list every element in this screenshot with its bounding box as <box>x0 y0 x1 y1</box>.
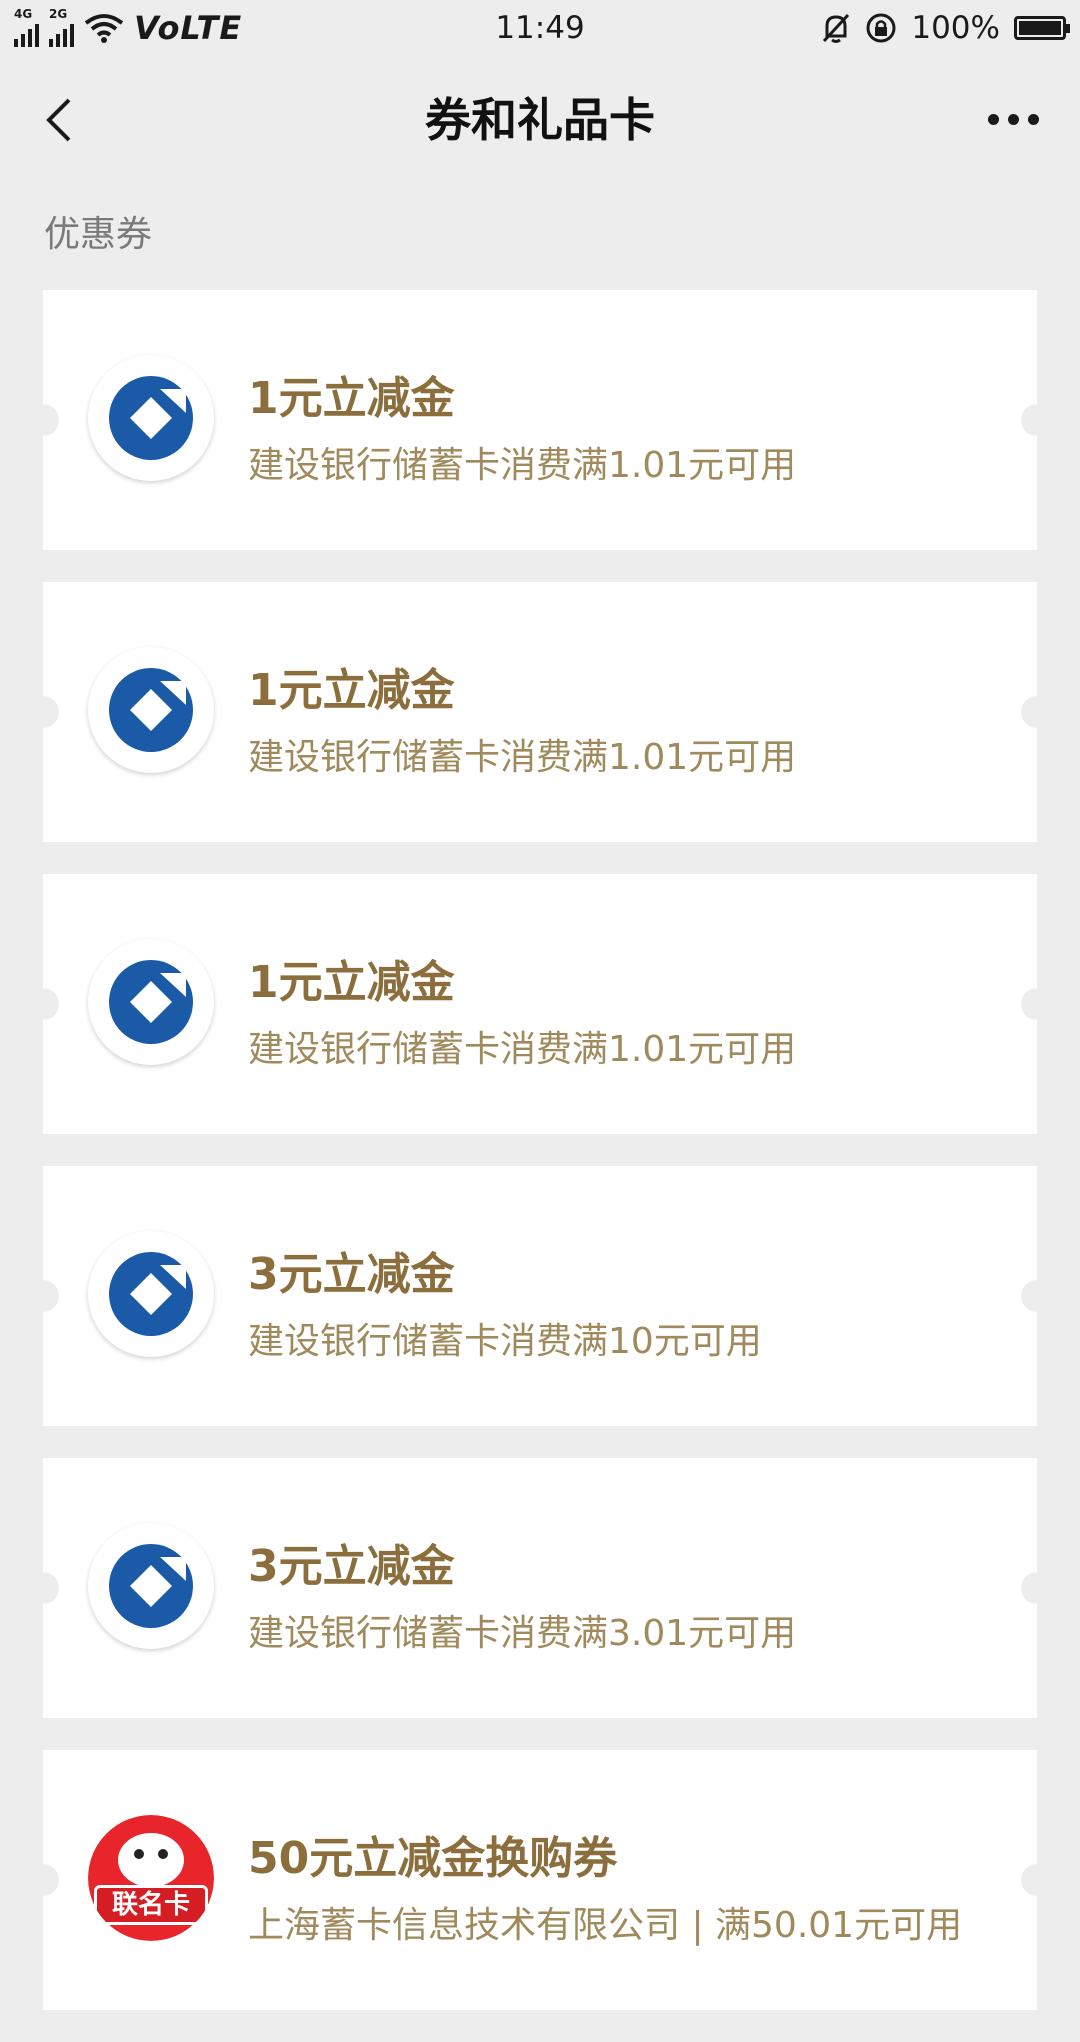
signal-icon: 2G <box>49 7 74 47</box>
network-label: 4G <box>14 7 33 21</box>
status-left: 4G 2G VoLTE <box>0 7 243 47</box>
ccb-logo <box>88 647 214 773</box>
ccb-logo <box>88 1523 214 1649</box>
coupon-list: 1元立减金 建设银行储蓄卡消费满1.01元可用 1元立减金 建设银行储蓄卡消费满… <box>27 290 1053 2042</box>
coupon-desc: 上海蓄卡信息技术有限公司 | 满50.01元可用 <box>248 1905 963 1946</box>
coupon-card[interactable]: 1元立减金 建设银行储蓄卡消费满1.01元可用 <box>27 290 1053 550</box>
coupon-desc: 建设银行储蓄卡消费满1.01元可用 <box>248 1029 797 1070</box>
coupon-desc: 建设银行储蓄卡消费满3.01元可用 <box>248 1613 797 1654</box>
signal-icon: 4G <box>14 7 39 47</box>
section-title: 优惠券 <box>44 214 153 255</box>
coupon-title: 3元立减金 <box>248 1541 455 1592</box>
more-button[interactable] <box>978 94 1048 144</box>
battery-icon <box>1014 16 1070 40</box>
coupon-title: 1元立减金 <box>248 373 455 424</box>
ccb-logo <box>88 1231 214 1357</box>
coupon-card[interactable]: 3元立减金 建设银行储蓄卡消费满10元可用 <box>27 1166 1053 1426</box>
network-label: 2G <box>49 7 68 21</box>
jd-logo-text: 联名卡 <box>94 1885 208 1925</box>
coupon-card[interactable]: 1元立减金 建设银行储蓄卡消费满1.01元可用 <box>27 874 1053 1134</box>
coupon-card[interactable]: 3元立减金 建设银行储蓄卡消费满3.01元可用 <box>27 1458 1053 1718</box>
jd-lianmingka-logo: 联名卡 <box>88 1815 214 1941</box>
coupon-card[interactable]: 联名卡 50元立减金换购券 上海蓄卡信息技术有限公司 | 满50.01元可用 <box>27 1750 1053 2010</box>
ccb-logo <box>88 939 214 1065</box>
wifi-icon <box>84 14 124 43</box>
coupon-title: 3元立减金 <box>248 1249 455 1300</box>
ccb-logo <box>88 355 214 481</box>
coupon-card[interactable]: 1元立减金 建设银行储蓄卡消费满1.01元可用 <box>27 582 1053 842</box>
nav-bar: 券和礼品卡 <box>0 60 1080 180</box>
more-dots-icon <box>987 113 999 125</box>
rotation-lock-icon <box>866 13 896 43</box>
page-title: 券和礼品卡 <box>425 93 655 147</box>
status-bar: 4G 2G VoLTE 11:49 100% <box>0 0 1080 56</box>
status-right: 100% <box>821 10 1080 46</box>
coupon-desc: 建设银行储蓄卡消费满1.01元可用 <box>248 445 797 486</box>
volte-label: VoLTE <box>134 9 243 47</box>
coupon-title: 1元立减金 <box>248 665 455 716</box>
battery-percent: 100% <box>911 10 1000 46</box>
coupon-title: 50元立减金换购券 <box>248 1833 618 1884</box>
coupon-title: 1元立减金 <box>248 957 455 1008</box>
coupon-desc: 建设银行储蓄卡消费满10元可用 <box>248 1321 762 1362</box>
coupon-desc: 建设银行储蓄卡消费满1.01元可用 <box>248 737 797 778</box>
mute-icon <box>823 13 850 43</box>
